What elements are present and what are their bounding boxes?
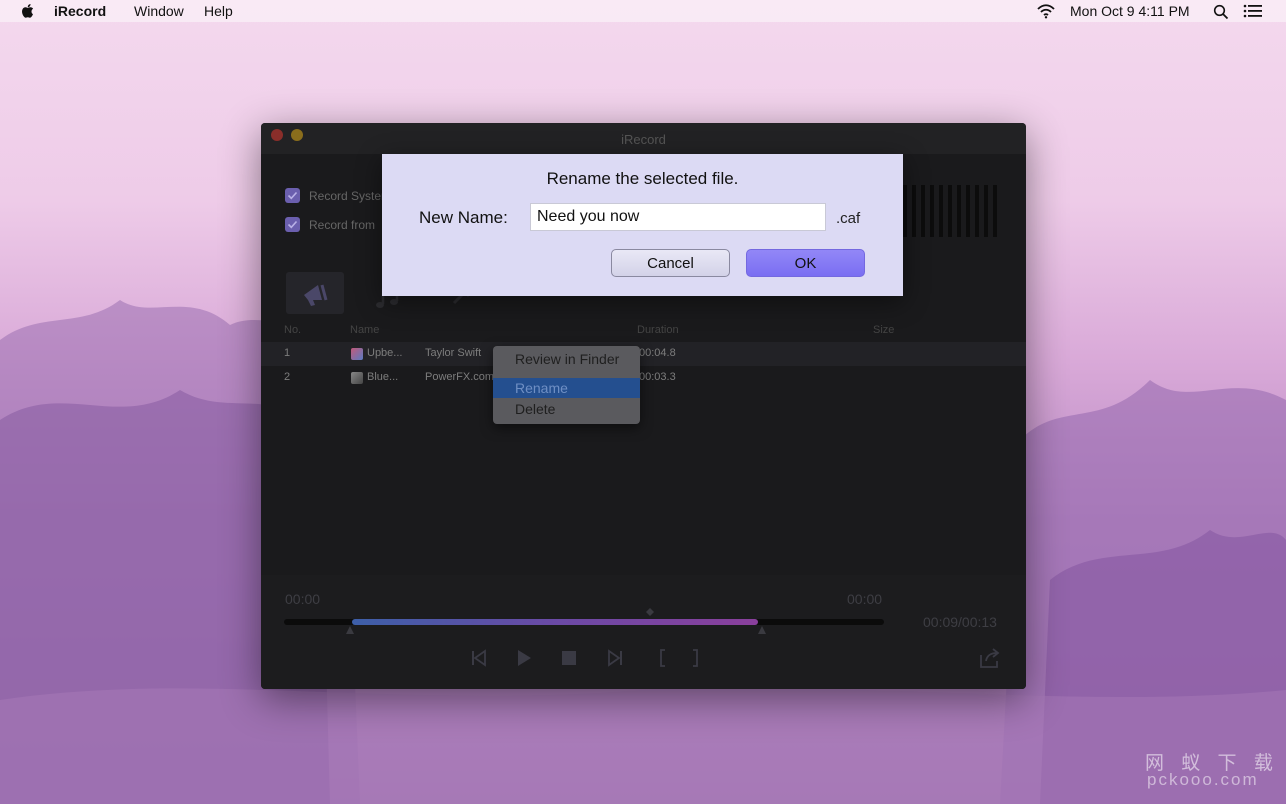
record-system-checkbox[interactable] bbox=[285, 188, 300, 203]
trim-end-handle[interactable] bbox=[757, 625, 767, 635]
column-no[interactable]: No. bbox=[284, 324, 301, 336]
menu-app-name[interactable]: iRecord bbox=[54, 3, 106, 19]
row-name: Blue... bbox=[367, 371, 399, 383]
new-name-label: New Name: bbox=[419, 208, 508, 227]
share-icon[interactable] bbox=[977, 647, 1001, 669]
ok-button[interactable]: OK bbox=[746, 249, 865, 277]
table-row[interactable]: 1 Upbe... Taylor Swift 00:04.8 bbox=[261, 342, 1026, 366]
record-system-label: Record System bbox=[309, 189, 392, 203]
row-duration: 00:04.8 bbox=[639, 347, 676, 359]
row-no: 2 bbox=[284, 371, 291, 383]
trim-brackets-icon[interactable] bbox=[659, 649, 699, 667]
wifi-icon[interactable] bbox=[1036, 3, 1056, 19]
context-menu: Review in Finder Rename Delete bbox=[493, 346, 640, 424]
row-name: Upbe... bbox=[367, 347, 403, 359]
file-thumbnail-icon bbox=[351, 372, 363, 384]
context-menu-delete[interactable]: Delete bbox=[493, 399, 640, 419]
file-extension: .caf bbox=[836, 210, 861, 227]
playback-position: 00:09/00:13 bbox=[923, 614, 997, 630]
context-menu-review-in-finder[interactable]: Review in Finder bbox=[493, 349, 640, 369]
row-artist: PowerFX.com bbox=[425, 371, 495, 383]
playhead-marker[interactable] bbox=[645, 607, 655, 617]
menu-window[interactable]: Window bbox=[134, 3, 184, 19]
column-size[interactable]: Size bbox=[873, 324, 894, 336]
spotlight-search-icon[interactable] bbox=[1213, 4, 1229, 20]
watermark-url: pckooo.com bbox=[1147, 770, 1259, 789]
row-artist: Taylor Swift bbox=[425, 347, 482, 359]
file-thumbnail-icon bbox=[351, 348, 363, 360]
stop-icon[interactable] bbox=[560, 649, 578, 667]
record-from-label: Record from bbox=[309, 218, 376, 232]
menu-bar: iRecord Window Help Mon Oct 9 4:11 PM bbox=[0, 0, 1286, 22]
clip-end-time: 00:00 bbox=[847, 591, 883, 607]
cancel-button[interactable]: Cancel bbox=[611, 249, 730, 277]
timeline-selection[interactable] bbox=[352, 619, 758, 625]
context-menu-rename[interactable]: Rename bbox=[493, 378, 640, 398]
menu-clock[interactable]: Mon Oct 9 4:11 PM bbox=[1070, 3, 1190, 19]
row-no: 1 bbox=[284, 347, 291, 359]
column-duration[interactable]: Duration bbox=[637, 324, 679, 336]
new-name-input[interactable] bbox=[530, 203, 826, 231]
table-row[interactable]: 2 Blue... PowerFX.com 00:03.3 bbox=[261, 366, 1026, 390]
tab-recordings[interactable] bbox=[286, 272, 344, 314]
window-title: iRecord bbox=[621, 132, 666, 147]
play-icon[interactable] bbox=[515, 649, 533, 667]
previous-track-icon[interactable] bbox=[470, 649, 488, 667]
megaphone-icon bbox=[304, 284, 328, 306]
record-from-checkbox[interactable] bbox=[285, 217, 300, 232]
menu-help[interactable]: Help bbox=[204, 3, 233, 19]
dialog-title: Rename the selected file. bbox=[546, 169, 739, 188]
check-icon bbox=[287, 220, 298, 229]
clip-start-time: 00:00 bbox=[285, 591, 321, 607]
trim-start-handle[interactable] bbox=[345, 625, 355, 635]
player-panel bbox=[261, 575, 1026, 689]
row-duration: 00:03.3 bbox=[639, 371, 676, 383]
apple-icon[interactable] bbox=[20, 2, 36, 20]
next-track-icon[interactable] bbox=[606, 649, 624, 667]
column-name[interactable]: Name bbox=[350, 324, 379, 336]
notification-center-icon[interactable] bbox=[1243, 4, 1263, 18]
rename-dialog: Rename the selected file. New Name: .caf… bbox=[382, 154, 903, 296]
check-icon bbox=[287, 191, 298, 200]
window-titlebar: iRecord bbox=[261, 123, 1026, 154]
